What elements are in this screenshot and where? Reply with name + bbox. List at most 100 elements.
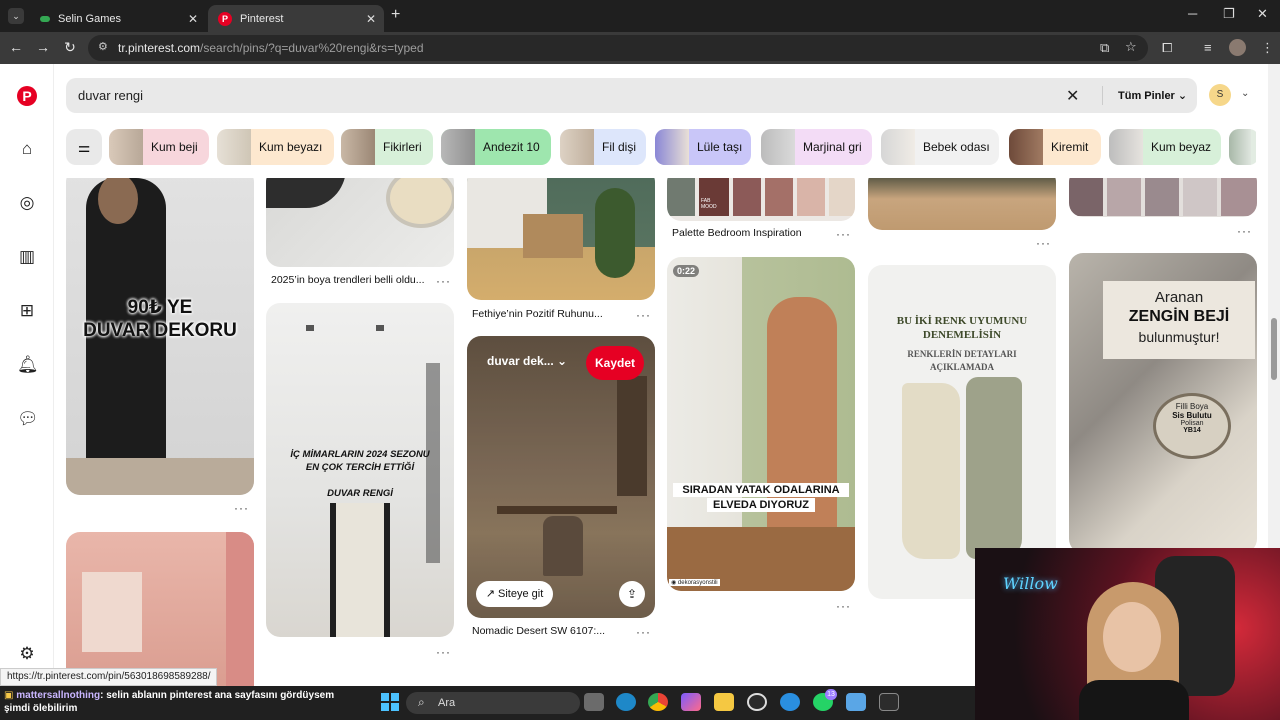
pin-more-options-icon[interactable]: ···: [1237, 224, 1252, 238]
board-select-dropdown[interactable]: duvar dek... ⌄: [487, 354, 567, 368]
swatch: [733, 178, 761, 216]
pin-more-options-icon[interactable]: ···: [636, 308, 651, 322]
profile-avatar[interactable]: [1229, 39, 1246, 56]
chip-kiremit[interactable]: Kiremit: [1009, 129, 1101, 165]
chip-bebek-odasi[interactable]: Bebek odası: [881, 129, 999, 165]
windows-start-icon[interactable]: [381, 693, 399, 711]
install-app-icon[interactable]: ⧉: [1100, 40, 1109, 56]
bookmark-star-icon[interactable]: ☆: [1125, 39, 1137, 55]
chip-andezit-10[interactable]: Andezit 10: [441, 129, 551, 165]
pin-more-options-icon[interactable]: ···: [436, 645, 451, 659]
pin-card-video-bedroom[interactable]: 0:22 SIRADAN YATAK ODALARINA ELVEDA DIYO…: [667, 257, 855, 591]
create-plus-icon[interactable]: ⊞: [17, 301, 37, 321]
address-bar[interactable]: ⚙ tr.pinterest.com/search/pins/?q=duvar%…: [88, 35, 1148, 61]
task-view-icon[interactable]: [584, 693, 604, 711]
file-explorer-icon[interactable]: [714, 693, 734, 711]
chip-kum-beyaz[interactable]: Kum beyaz: [1109, 129, 1221, 165]
url-text: tr.pinterest.com/search/pins/?q=duvar%20…: [118, 41, 424, 55]
scrollbar-thumb[interactable]: [1271, 318, 1277, 380]
filter-sliders-icon[interactable]: ⚌: [66, 129, 102, 165]
chip-thumb: [217, 129, 251, 165]
pin-card-nomadic-desert[interactable]: duvar dek... ⌄ Kaydet ↗ Siteye git ⇪: [467, 336, 655, 618]
browser-menu-icon[interactable]: ⋮: [1261, 40, 1274, 56]
pin-more-options-icon[interactable]: ···: [1036, 236, 1051, 250]
pin-card-paint-can[interactable]: [266, 178, 454, 267]
pin-card-wood-floor[interactable]: [868, 178, 1056, 230]
notepad-icon[interactable]: [846, 693, 866, 711]
pin-filter-dropdown[interactable]: Tüm Pinler ⌄: [1118, 89, 1187, 102]
close-tab-icon[interactable]: ✕: [188, 12, 198, 26]
boards-grid-icon[interactable]: ▥: [17, 247, 37, 267]
clear-search-icon[interactable]: ✕: [1066, 86, 1079, 106]
visit-site-button[interactable]: ↗ Siteye git: [476, 581, 553, 607]
forward-icon[interactable]: →: [34, 39, 52, 55]
pin-card-mauve-palette[interactable]: [1069, 178, 1257, 217]
search-input[interactable]: duvar rengi: [78, 88, 143, 103]
chip-more[interactable]: [1229, 129, 1256, 165]
media-controls-icon[interactable]: ≡: [1204, 40, 1212, 55]
pin-card-palette[interactable]: FAB MOOD: [667, 178, 855, 221]
terminal-icon[interactable]: [879, 693, 899, 711]
back-icon[interactable]: ←: [7, 39, 25, 55]
curtain: [226, 532, 254, 686]
app-icon[interactable]: [780, 693, 800, 711]
pin-title[interactable]: Nomadic Desert SW 6107:...: [472, 625, 605, 637]
pin-title[interactable]: Fethiye’nin Pozitif Ruhunu...: [472, 308, 603, 320]
notifications-bell-icon[interactable]: 🔔︎: [17, 355, 39, 375]
video-duration-badge: 0:22: [673, 265, 700, 277]
edge-icon[interactable]: [616, 693, 636, 711]
chip-thumb: [761, 129, 795, 165]
chrome-icon[interactable]: [648, 693, 668, 711]
chip-fikirleri[interactable]: Fikirleri: [341, 129, 433, 165]
minimize-icon[interactable]: ─: [1188, 6, 1197, 21]
swatch: [1069, 178, 1103, 216]
pin-card-zengin-beji[interactable]: Aranan ZENGİN BEJİ bulunmuştur! Filli Bo…: [1069, 253, 1257, 553]
share-icon[interactable]: ⇪: [619, 581, 645, 607]
account-chevron-down-icon[interactable]: ⌄: [1241, 88, 1249, 99]
close-tab-icon[interactable]: ✕: [366, 12, 376, 26]
chip-marjinal-gri[interactable]: Marjinal gri: [761, 129, 872, 165]
chip-fil-disi[interactable]: Fil dişi: [560, 129, 646, 165]
chip-kum-beji[interactable]: Kum beji: [109, 129, 209, 165]
pinterest-logo-icon[interactable]: P: [17, 86, 37, 106]
box: [523, 214, 583, 258]
settings-gear-icon[interactable]: ⚙: [17, 644, 37, 664]
pin-title[interactable]: Palette Bedroom Inspiration: [672, 227, 802, 239]
search-bar[interactable]: duvar rengi ✕ Tüm Pinler ⌄: [66, 78, 1197, 113]
credit-icon: ◉: [671, 580, 677, 586]
obs-icon[interactable]: [747, 693, 767, 711]
pin-card-pink-room[interactable]: [66, 532, 254, 686]
reload-icon[interactable]: ↻: [61, 39, 79, 56]
cream-swatch: [902, 383, 960, 559]
person: [767, 297, 837, 557]
tab-pinterest[interactable]: P Pinterest ✕: [208, 5, 384, 32]
pin-more-options-icon[interactable]: ···: [436, 274, 451, 288]
pin-more-options-icon[interactable]: ···: [836, 599, 851, 613]
messages-icon[interactable]: 💬︎: [17, 409, 39, 429]
pin-more-options-icon[interactable]: ···: [234, 501, 249, 515]
save-pin-button[interactable]: Kaydet: [586, 346, 644, 380]
user-avatar[interactable]: S: [1209, 84, 1231, 106]
restore-icon[interactable]: ❐: [1223, 6, 1235, 22]
tab-selin-games[interactable]: Selin Games ✕: [30, 5, 206, 32]
extensions-icon[interactable]: ⧠: [1162, 40, 1172, 56]
pin-more-options-icon[interactable]: ···: [636, 625, 651, 639]
chip-kum-beyazi[interactable]: Kum beyazı: [217, 129, 334, 165]
home-icon[interactable]: ⌂: [17, 139, 37, 159]
close-window-icon[interactable]: ✕: [1257, 6, 1268, 22]
pin-card-fethiye-room[interactable]: [467, 178, 655, 300]
explore-compass-icon[interactable]: ◎: [17, 193, 37, 213]
new-tab-icon[interactable]: +: [391, 6, 400, 24]
taskbar-search-input[interactable]: Ara: [406, 692, 580, 714]
pin-card-wall-decor[interactable]: 90₺ YE DUVAR DEKORU: [66, 178, 254, 495]
pin-card-hallway[interactable]: İÇ MİMARLARIN 2024 SEZONU EN ÇOK TERCİH …: [266, 303, 454, 637]
swatch-label: FAB MOOD: [701, 198, 717, 210]
copilot-icon[interactable]: [681, 693, 701, 711]
site-info-icon[interactable]: ⚙: [98, 40, 108, 53]
pin-more-options-icon[interactable]: ···: [836, 227, 851, 241]
chip-lule-tasi[interactable]: Lüle taşı: [655, 129, 751, 165]
pin-title[interactable]: 2025’in boya trendleri belli oldu...: [271, 274, 425, 286]
chip-thumb: [109, 129, 143, 165]
tab-search-icon[interactable]: ⌄: [8, 8, 24, 24]
chip-thumb: [1109, 129, 1143, 165]
